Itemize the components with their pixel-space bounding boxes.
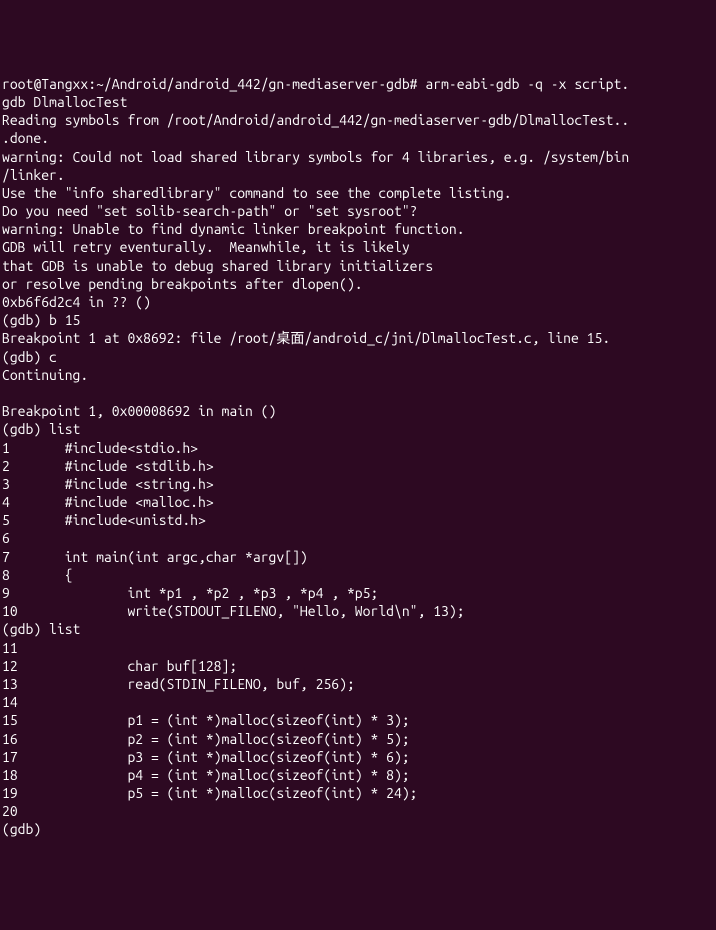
terminal-line: 3 #include <string.h>: [2, 476, 214, 492]
terminal-line: 14: [2, 694, 18, 710]
terminal-line: 15 p1 = (int *)malloc(sizeof(int) * 3);: [2, 712, 410, 728]
terminal-line: .done.: [2, 130, 49, 146]
terminal-line: (gdb) list: [2, 421, 80, 437]
terminal-line: 13 read(STDIN_FILENO, buf, 256);: [2, 676, 355, 692]
terminal-line: Reading symbols from /root/Android/andro…: [2, 112, 629, 128]
gdb-prompt[interactable]: (gdb): [2, 821, 49, 837]
terminal-line: (gdb) b 15: [2, 312, 80, 328]
terminal-line: 18 p4 = (int *)malloc(sizeof(int) * 8);: [2, 767, 410, 783]
terminal-line: or resolve pending breakpoints after dlo…: [2, 276, 363, 292]
terminal-line: 16 p2 = (int *)malloc(sizeof(int) * 5);: [2, 731, 410, 747]
terminal-line: (gdb) c: [2, 349, 57, 365]
terminal-line: 19 p5 = (int *)malloc(sizeof(int) * 24);: [2, 785, 418, 801]
terminal-line: Do you need "set solib-search-path" or "…: [2, 203, 418, 219]
terminal-line: (gdb) list: [2, 621, 80, 637]
terminal-line: /linker.: [2, 167, 65, 183]
terminal-line: 8 {: [2, 567, 73, 583]
terminal-line: 12 char buf[128];: [2, 658, 237, 674]
terminal-line: warning: Could not load shared library s…: [2, 149, 629, 165]
terminal-output[interactable]: root@Tangxx:~/Android/android_442/gn-med…: [2, 75, 714, 839]
terminal-line: 9 int *p1 , *p2 , *p3 , *p4 , *p5;: [2, 585, 378, 601]
terminal-line: 20: [2, 803, 18, 819]
terminal-line: that GDB is unable to debug shared libra…: [2, 258, 433, 274]
terminal-line: 10 write(STDOUT_FILENO, "Hello, World\n"…: [2, 603, 465, 619]
terminal-line: 2 #include <stdlib.h>: [2, 458, 214, 474]
terminal-line: 5 #include<unistd.h>: [2, 512, 206, 528]
terminal-line: Continuing.: [2, 367, 88, 383]
terminal-line: 4 #include <malloc.h>: [2, 494, 214, 510]
terminal-line: root@Tangxx:~/Android/android_442/gn-med…: [2, 76, 629, 92]
terminal-line: warning: Unable to find dynamic linker b…: [2, 221, 465, 237]
terminal-line: 6: [2, 530, 10, 546]
terminal-line: 1 #include<stdio.h>: [2, 440, 198, 456]
terminal-line: Breakpoint 1, 0x00008692 in main (): [2, 403, 276, 419]
terminal-line: 0xb6f6d2c4 in ?? (): [2, 294, 151, 310]
terminal-line: GDB will retry eventurally. Meanwhile, i…: [2, 239, 410, 255]
terminal-line: 7 int main(int argc,char *argv[]): [2, 549, 308, 565]
terminal-line: Breakpoint 1 at 0x8692: file /root/桌面/an…: [2, 330, 610, 346]
terminal-line: Use the "info sharedlibrary" command to …: [2, 185, 512, 201]
terminal-line: 11: [2, 640, 18, 656]
terminal-line: gdb DlmallocTest: [2, 94, 127, 110]
